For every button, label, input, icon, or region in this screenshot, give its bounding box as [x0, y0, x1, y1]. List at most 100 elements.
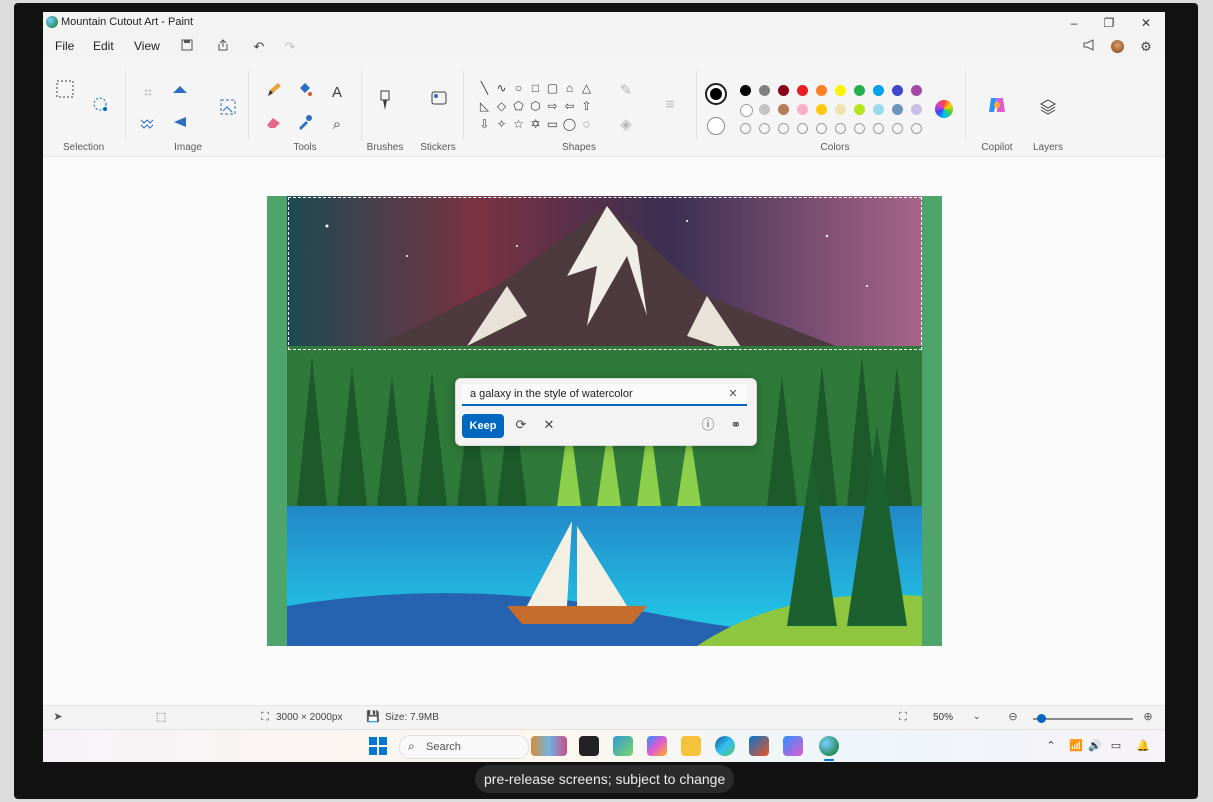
color-swatch[interactable]: [816, 104, 827, 115]
feedback-icon[interactable]: ⚭: [726, 415, 746, 435]
paint-taskbar-icon[interactable]: [819, 736, 839, 756]
color-swatch[interactable]: [759, 104, 770, 115]
color-swatch[interactable]: [854, 85, 865, 96]
rotate-icon[interactable]: [169, 114, 191, 136]
color-swatch[interactable]: [778, 104, 789, 115]
curve-shape-icon[interactable]: ∿: [493, 80, 510, 97]
rectangle-select-icon[interactable]: [54, 80, 76, 102]
line-shape-icon[interactable]: ╲: [476, 80, 493, 97]
color-picker-icon[interactable]: [294, 114, 316, 136]
regenerate-icon[interactable]: ⟳: [511, 415, 531, 435]
info-icon[interactable]: ⓘ: [698, 415, 718, 435]
polygon-shape-icon[interactable]: ⌂: [561, 80, 578, 97]
oval-callout-shape-icon[interactable]: ◯: [561, 116, 578, 133]
color-swatch[interactable]: [816, 85, 827, 96]
zoom-slider-thumb[interactable]: [1037, 714, 1046, 723]
rectangle-shape-icon[interactable]: □: [527, 80, 544, 97]
copilot-taskbar-icon[interactable]: [647, 736, 667, 756]
color-swatch[interactable]: [873, 85, 884, 96]
menu-edit[interactable]: Edit: [93, 39, 114, 53]
volume-icon[interactable]: 🔊: [1088, 739, 1102, 753]
menu-view[interactable]: View: [134, 39, 160, 53]
zoom-out-icon[interactable]: ⊖: [1006, 710, 1020, 724]
undo-icon[interactable]: ↶: [250, 38, 268, 56]
prompt-input[interactable]: [462, 384, 747, 406]
secondary-color-swatch[interactable]: [707, 117, 725, 135]
color-swatch[interactable]: [873, 104, 884, 115]
color-swatch[interactable]: [835, 104, 846, 115]
right-triangle-shape-icon[interactable]: ◺: [476, 98, 493, 115]
color-swatch[interactable]: [911, 85, 922, 96]
crop-icon[interactable]: ⌗: [137, 82, 159, 104]
primary-color-ring[interactable]: [705, 83, 727, 105]
fit-to-window-icon[interactable]: ⛶: [896, 710, 910, 724]
color-wheel-icon[interactable]: [935, 100, 953, 118]
color-swatch[interactable]: [835, 85, 846, 96]
save-icon[interactable]: [178, 38, 196, 56]
custom-color-slot[interactable]: [854, 123, 865, 134]
outline-icon[interactable]: ✎: [615, 80, 637, 102]
zoom-level-select[interactable]: 50% ⌄: [927, 709, 985, 727]
taskbar-search[interactable]: ⌕ Search: [399, 735, 529, 759]
redo-icon[interactable]: ↷: [281, 38, 299, 56]
color-swatch[interactable]: [740, 85, 751, 96]
down-arrow-shape-icon[interactable]: ⇩: [476, 116, 493, 133]
file-explorer-icon[interactable]: [681, 736, 701, 756]
avatar[interactable]: [1109, 38, 1127, 56]
fill-bucket-icon[interactable]: [294, 82, 316, 104]
custom-color-slot[interactable]: [873, 123, 884, 134]
six-point-star-shape-icon[interactable]: ✡: [527, 116, 544, 133]
right-arrow-shape-icon[interactable]: ⇨: [544, 98, 561, 115]
color-swatch[interactable]: [854, 104, 865, 115]
four-point-star-shape-icon[interactable]: ✧: [493, 116, 510, 133]
close-button[interactable]: ✕: [1131, 14, 1161, 32]
color-swatch[interactable]: [797, 104, 808, 115]
custom-color-slot[interactable]: [892, 123, 903, 134]
battery-icon[interactable]: ▭: [1109, 739, 1123, 753]
color-swatch[interactable]: [892, 104, 903, 115]
copilot-icon[interactable]: [986, 95, 1008, 117]
custom-color-slot[interactable]: [797, 123, 808, 134]
up-arrow-shape-icon[interactable]: ⇧: [578, 98, 595, 115]
custom-color-slot[interactable]: [816, 123, 827, 134]
text-tool-icon[interactable]: A: [326, 82, 348, 104]
resize-icon[interactable]: [169, 82, 191, 104]
discard-icon[interactable]: ✕: [539, 415, 559, 435]
zoom-slider[interactable]: [1033, 718, 1133, 720]
task-view-icon[interactable]: [579, 736, 599, 756]
custom-color-slot[interactable]: [759, 123, 770, 134]
wifi-icon[interactable]: 📶: [1069, 739, 1083, 753]
custom-color-slot[interactable]: [835, 123, 846, 134]
image-effects-icon[interactable]: [137, 114, 159, 136]
clear-prompt-icon[interactable]: ✕: [726, 387, 740, 401]
image-creator-icon[interactable]: [217, 98, 239, 120]
left-arrow-shape-icon[interactable]: ⇦: [561, 98, 578, 115]
color-swatch[interactable]: [759, 85, 770, 96]
settings-gear-icon[interactable]: ⚙: [1137, 38, 1155, 56]
eraser-icon[interactable]: [263, 114, 285, 136]
zoom-in-icon[interactable]: ⊕: [1141, 710, 1155, 724]
magnifier-icon[interactable]: ⌕: [326, 114, 348, 136]
custom-color-slot[interactable]: [911, 123, 922, 134]
callout-shape-icon[interactable]: ▭: [544, 116, 561, 133]
minimize-button[interactable]: –: [1059, 14, 1089, 32]
sticker-icon[interactable]: [428, 90, 450, 112]
restore-button[interactable]: ❐: [1094, 14, 1124, 32]
store-icon[interactable]: [749, 736, 769, 756]
color-swatch[interactable]: [778, 85, 789, 96]
menu-file[interactable]: File: [55, 39, 74, 53]
pencil-icon[interactable]: [263, 82, 285, 104]
hexagon-shape-icon[interactable]: ⬡: [527, 98, 544, 115]
diamond-shape-icon[interactable]: ◇: [493, 98, 510, 115]
layers-icon[interactable]: [1037, 98, 1059, 120]
fill-icon[interactable]: ◈: [615, 114, 637, 136]
rounded-rectangle-shape-icon[interactable]: ▢: [544, 80, 561, 97]
color-swatch[interactable]: [740, 104, 753, 117]
edge-dev-icon[interactable]: [613, 736, 633, 756]
keep-button[interactable]: Keep: [462, 414, 504, 438]
custom-color-slot[interactable]: [778, 123, 789, 134]
cloud-callout-shape-icon[interactable]: ◌: [578, 116, 595, 133]
color-swatch[interactable]: [911, 104, 922, 115]
triangle-shape-icon[interactable]: △: [578, 80, 595, 97]
selection-rectangle[interactable]: [288, 197, 922, 350]
